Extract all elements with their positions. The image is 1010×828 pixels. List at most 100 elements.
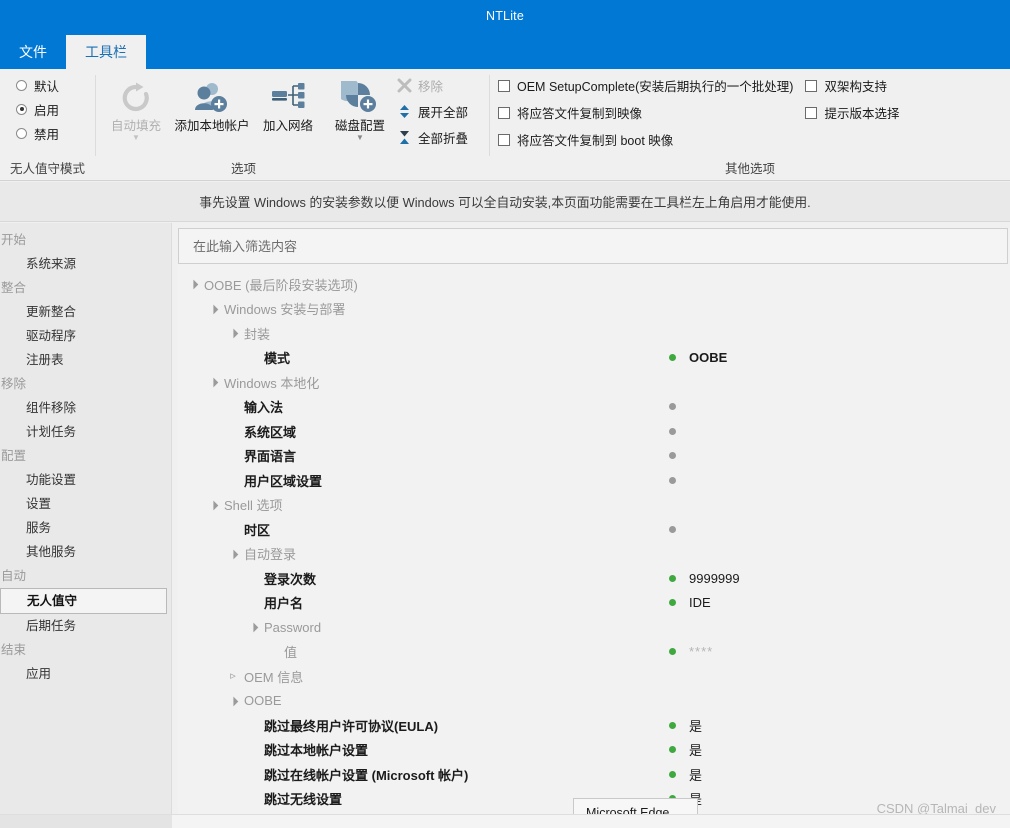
ribbon-group-options: 自动填充 ▼ 添 (96, 69, 391, 181)
main-content: ◢OOBE (最后阶段安装选项)◢Windows 安装与部署◢封装模式OOBE◢… (178, 228, 1010, 814)
status-dot-grey (669, 526, 676, 533)
sidebar-item[interactable]: 应用 (0, 662, 171, 686)
expand-all-command[interactable]: 展开全部 (397, 99, 468, 123)
checkbox-dual-architecture-support-label: 双架构支持 (824, 76, 887, 95)
tree-row[interactable]: ◢Windows 本地化 (178, 370, 1010, 395)
auto-fill-button[interactable]: 自动填充 ▼ (100, 75, 172, 142)
chevron-right-icon[interactable]: ▹ (226, 672, 240, 680)
auto-fill-label: 自动填充 (111, 119, 161, 133)
status-dot-grey (669, 428, 676, 435)
chevron-down-icon[interactable]: ◢ (225, 693, 241, 709)
ribbon-group-options-label: 选项 (96, 159, 391, 181)
tree-row[interactable]: 跳过本地帐户设置是 (178, 738, 1010, 763)
sidebar-item[interactable]: 功能设置 (0, 468, 171, 492)
tree-row[interactable]: 模式OOBE (178, 346, 1010, 371)
tree-row-value[interactable]: IDE (689, 595, 711, 610)
tree-row[interactable]: 用户区域设置 (178, 468, 1010, 493)
disk-config-button[interactable]: 磁盘配置 ▼ (324, 75, 396, 142)
checkbox-copy-answer-file-to-boot-image-label: 将应答文件复制到 boot 映像 (517, 130, 673, 149)
tab-toolbar[interactable]: 工具栏 (66, 35, 146, 69)
filter-input[interactable] (191, 238, 1007, 255)
tree-row[interactable]: ◢OOBE (最后阶段安装选项) (178, 272, 1010, 297)
tree-row[interactable]: 输入法 (178, 395, 1010, 420)
tree-row[interactable]: 跳过在线帐户设置 (Microsoft 帐户) 是 (178, 762, 1010, 787)
tree-row-label: 跳过在线帐户设置 (Microsoft 帐户) (264, 765, 468, 784)
ribbon-tab-strip: 文件 工具栏 (0, 31, 1010, 69)
ntlite-window: NTLite 文件 工具栏 默认 启用 禁用 无 (0, 0, 1010, 828)
sidebar-item[interactable]: 驱动程序 (0, 324, 171, 348)
checkbox-dual-architecture-support[interactable]: 双架构支持 (805, 75, 899, 96)
tree-row[interactable]: ◢封装 (178, 321, 1010, 346)
checkbox-oem-setupcomplete-box (498, 80, 510, 92)
tab-file[interactable]: 文件 (0, 35, 66, 69)
tree-row[interactable]: ◢OOBE (178, 689, 1010, 714)
chevron-down-icon[interactable]: ◢ (245, 619, 261, 635)
filter-box[interactable] (178, 228, 1008, 264)
other-options-left-column: OEM SetupComplete(安装后期执行的一个批处理) 将应答文件复制到… (498, 73, 793, 150)
disk-config-dropdown-icon[interactable]: ▼ (356, 134, 364, 142)
tree-row[interactable]: ◢Shell 选项 (178, 493, 1010, 518)
tree-row[interactable]: 用户名IDE (178, 591, 1010, 616)
radio-enable[interactable]: 启用 (16, 98, 59, 120)
add-local-account-button[interactable]: 添加本地帐户 (172, 75, 252, 133)
sidebar-item[interactable]: 后期任务 (0, 614, 171, 638)
tree-row-value[interactable]: **** (689, 644, 713, 659)
window-title: NTLite (486, 9, 524, 23)
tree-row[interactable]: 时区 (178, 517, 1010, 542)
tree-row[interactable]: ◢自动登录 (178, 542, 1010, 567)
tree-row-value[interactable]: 是 (689, 716, 702, 735)
checkbox-copy-answer-file-to-boot-image[interactable]: 将应答文件复制到 boot 映像 (498, 129, 793, 150)
ribbon: 默认 启用 禁用 无人值守模式 (0, 69, 1010, 181)
sidebar-item[interactable]: 注册表 (0, 348, 171, 372)
checkbox-prompt-edition-selection-box (805, 107, 817, 119)
sidebar-item[interactable]: 其他服务 (0, 540, 171, 564)
collapse-all-command[interactable]: 全部折叠 (397, 125, 468, 149)
tree-row[interactable]: ▹OEM 信息 (178, 664, 1010, 689)
expand-all-icon (397, 104, 412, 119)
sidebar-section-header: 自动 (0, 564, 171, 588)
tree-row[interactable]: 登录次数9999999 (178, 566, 1010, 591)
sidebar-item[interactable]: 服务 (0, 516, 171, 540)
collapse-all-icon (397, 130, 412, 145)
chevron-down-icon[interactable]: ◢ (205, 374, 221, 390)
sidebar-item[interactable]: 计划任务 (0, 420, 171, 444)
ribbon-group-other-options: OEM SetupComplete(安装后期执行的一个批处理) 将应答文件复制到… (490, 69, 1010, 181)
chevron-down-icon[interactable]: ◢ (185, 276, 201, 292)
tree-row-value[interactable]: 是 (689, 740, 702, 759)
chevron-down-icon[interactable]: ◢ (225, 325, 241, 341)
tree-row[interactable]: ◢Windows 安装与部署 (178, 297, 1010, 322)
join-network-button[interactable]: 加入网络 (252, 75, 324, 133)
checkbox-oem-setupcomplete[interactable]: OEM SetupComplete(安装后期执行的一个批处理) (498, 75, 793, 96)
chevron-down-icon[interactable]: ◢ (205, 497, 221, 513)
radio-disable[interactable]: 禁用 (16, 122, 59, 144)
sidebar-item[interactable]: 更新整合 (0, 300, 171, 324)
tree-row-label: 界面语言 (244, 446, 296, 465)
tree-row-value[interactable]: OOBE (689, 350, 727, 365)
checkbox-dual-architecture-support-box (805, 80, 817, 92)
remove-command[interactable]: 移除 (397, 73, 443, 97)
sidebar-item-selected[interactable]: 无人值守 (0, 588, 167, 614)
chevron-down-icon[interactable]: ◢ (205, 301, 221, 317)
chevron-down-icon[interactable]: ◢ (225, 546, 241, 562)
radio-default[interactable]: 默认 (16, 74, 59, 96)
tree-row[interactable]: 值**** (178, 640, 1010, 665)
tree-row[interactable]: 界面语言 (178, 444, 1010, 469)
tree-row-label: Shell 选项 (224, 495, 283, 514)
status-dot-grey (669, 403, 676, 410)
tree-row-label: Windows 安装与部署 (224, 299, 345, 318)
ribbon-group-tree-commands-label (391, 159, 489, 181)
status-dot-green (669, 354, 676, 361)
settings-tree: ◢OOBE (最后阶段安装选项)◢Windows 安装与部署◢封装模式OOBE◢… (178, 272, 1010, 814)
tree-row[interactable]: 系统区域 (178, 419, 1010, 444)
checkbox-copy-answer-file-to-image[interactable]: 将应答文件复制到映像 (498, 102, 793, 123)
checkbox-prompt-edition-selection[interactable]: 提示版本选择 (805, 102, 899, 123)
tree-row[interactable]: ◢Password (178, 615, 1010, 640)
tree-row-value[interactable]: 9999999 (689, 571, 740, 586)
tree-row[interactable]: 跳过最终用户许可协议(EULA)是 (178, 713, 1010, 738)
sidebar-item[interactable]: 设置 (0, 492, 171, 516)
auto-fill-dropdown-icon[interactable]: ▼ (132, 134, 140, 142)
tree-row-label: Password (264, 620, 321, 635)
sidebar-item[interactable]: 系统来源 (0, 252, 171, 276)
sidebar-item[interactable]: 组件移除 (0, 396, 171, 420)
tree-row-value[interactable]: 是 (689, 765, 702, 784)
